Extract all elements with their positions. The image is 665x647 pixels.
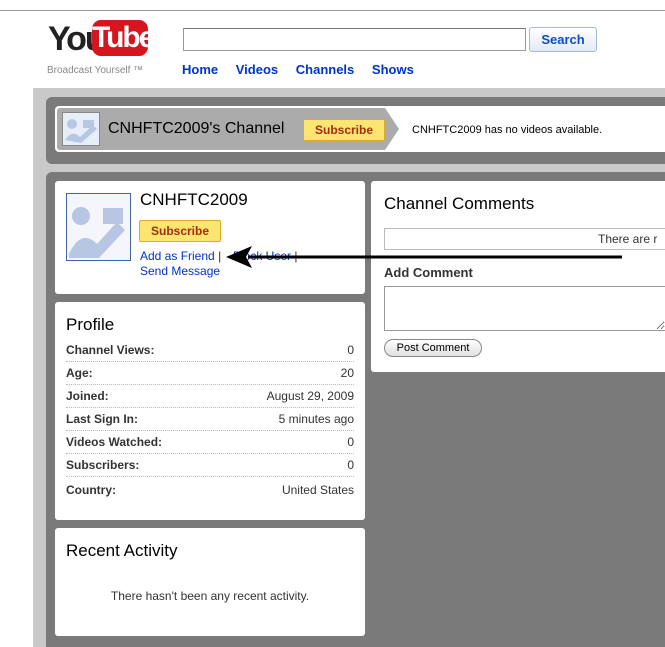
profile-label: Joined: [66,389,109,403]
profile-row: Joined: August 29, 2009 [66,385,354,408]
user-silhouette-icon [63,113,99,145]
nav-channels[interactable]: Channels [296,62,355,77]
profile-value: 20 [340,366,354,380]
header-subscribe-button[interactable]: Subscribe [303,119,385,141]
search-input[interactable] [183,28,526,51]
comments-empty-strip: There are r [384,228,665,250]
user-silhouette-icon [67,194,130,260]
recent-activity-message: There hasn't been any recent activity. [110,589,310,603]
profile-value: 0 [347,435,354,449]
add-friend-link: Add as Friend | [140,249,221,263]
main-nav: Home Videos Channels Shows [182,62,428,77]
search-button[interactable]: Search [529,27,597,52]
post-comment-button[interactable]: Post Comment [384,339,482,357]
nav-videos[interactable]: Videos [236,62,278,77]
channel-title: CNHFTC2009's Channel [108,120,285,137]
no-videos-message: CNHFTC2009 has no videos available. [412,124,603,136]
profile-value: August 29, 2009 [266,389,354,403]
profile-title: Profile [66,315,115,334]
profile-value: 0 [347,343,354,357]
comments-empty-text: There are r [598,232,658,246]
profile-label: Age: [66,366,93,380]
block-user-label[interactable]: Block User [233,249,291,263]
block-user-link: Block User | [233,249,297,263]
avatar[interactable] [66,193,131,261]
profile-row: Age: 20 [66,362,354,385]
nav-home[interactable]: Home [182,62,218,77]
link-separator-2: | [294,249,298,263]
profile-row: Subscribers: 0 [66,454,354,477]
user-name: CNHFTC2009 [140,190,248,209]
profile-label: Subscribers: [66,458,140,472]
logo-tube-text: Tube [92,20,155,56]
nav-shows[interactable]: Shows [372,62,414,77]
comment-textarea[interactable] [384,286,665,331]
send-message-link[interactable]: Send Message [140,264,220,278]
profile-label: Country: [66,483,116,497]
profile-label: Videos Watched: [66,435,163,449]
add-friend-label[interactable]: Add as Friend [140,249,215,263]
profile-value: United States [281,483,354,497]
tagline: Broadcast Yourself ™ [47,65,144,76]
profile-value: 0 [347,458,354,472]
subscribe-button[interactable]: Subscribe [139,220,221,242]
profile-row: Channel Views: 0 [66,339,354,362]
channel-thumbnail[interactable] [62,112,100,146]
profile-row: Videos Watched: 0 [66,431,354,454]
profile-label: Channel Views: [66,343,155,357]
channel-title-arrow [385,108,399,150]
add-comment-title: Add Comment [384,265,473,280]
channel-comments-title: Channel Comments [384,194,535,213]
recent-activity-title: Recent Activity [66,541,178,560]
profile-row: Last Sign In: 5 minutes ago [66,408,354,431]
top-divider [0,10,665,11]
link-separator: | [218,249,222,263]
profile-label: Last Sign In: [66,412,138,426]
profile-row: Country: United States [66,479,354,502]
profile-value: 5 minutes ago [278,412,354,426]
